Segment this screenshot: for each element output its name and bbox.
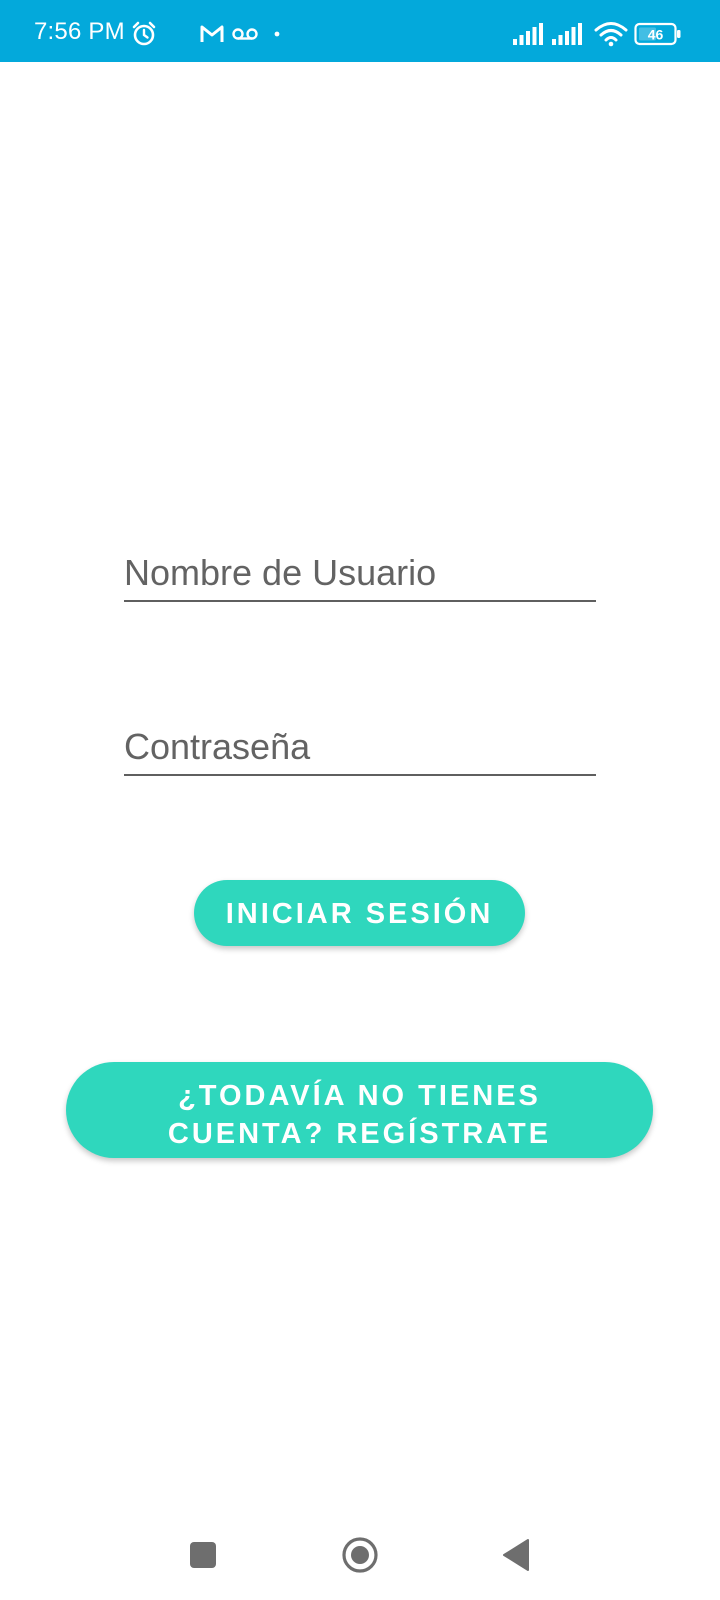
home-circle-icon[interactable]: [340, 1535, 380, 1575]
status-time: 7:56 PM: [34, 18, 125, 45]
username-field: [124, 546, 596, 602]
status-bar: 7:56 PM 46: [0, 0, 720, 62]
signal-icon: [552, 23, 582, 45]
alarm-icon: [132, 21, 156, 46]
username-input[interactable]: [124, 546, 596, 600]
login-button[interactable]: INICIAR SESIÓN: [194, 880, 525, 946]
wifi-icon: [594, 22, 628, 47]
notification-dot-icon: [274, 31, 280, 37]
gmail-icon: [200, 25, 224, 42]
navigation-bar: [0, 1510, 720, 1600]
battery-icon: 46: [634, 22, 681, 46]
back-triangle-icon[interactable]: [502, 1538, 530, 1572]
svg-text:46: 46: [648, 27, 664, 43]
password-field: [124, 720, 596, 776]
recents-square-icon[interactable]: [188, 1540, 218, 1570]
signal-icon: [513, 23, 543, 45]
password-input[interactable]: [124, 720, 596, 774]
voicemail-icon: [232, 28, 258, 40]
register-button[interactable]: ¿TODAVÍA NO TIENES CUENTA? REGÍSTRATE: [66, 1062, 653, 1158]
